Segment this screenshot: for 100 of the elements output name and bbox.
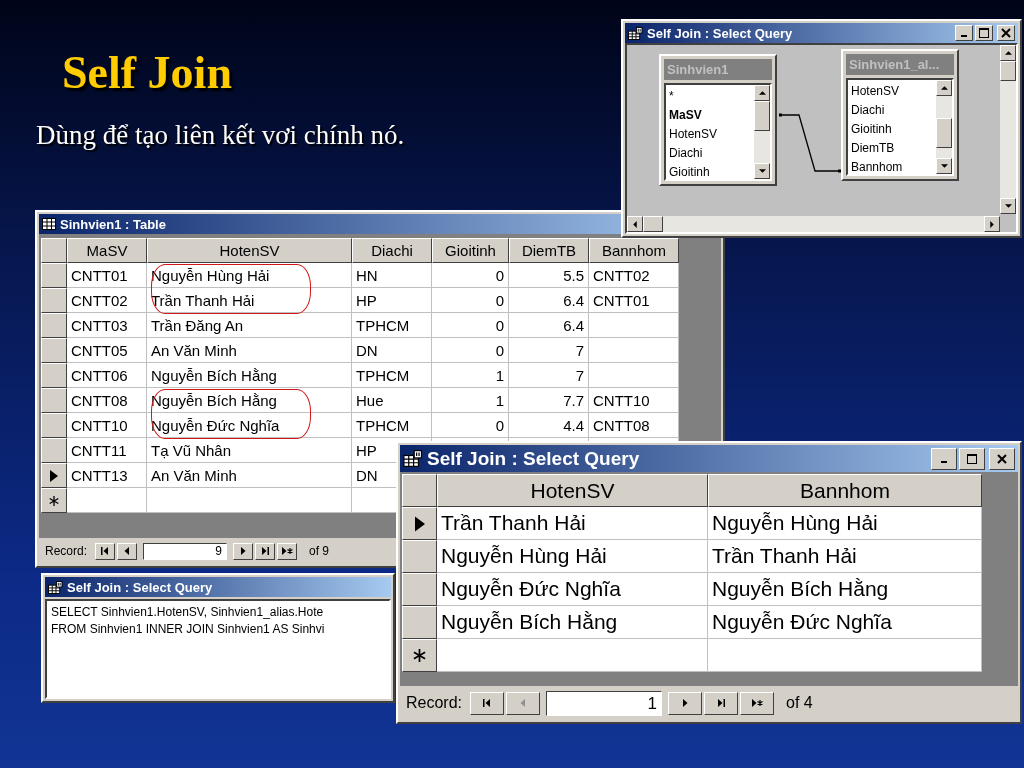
maximize-icon	[967, 453, 977, 464]
query-grid-icon	[403, 450, 423, 467]
row-selector[interactable]	[41, 438, 67, 463]
field-name[interactable]: Diachi	[851, 101, 933, 120]
record-number-field[interactable]: 9	[143, 542, 228, 560]
scrollbar-thumb[interactable]	[936, 118, 952, 148]
field-name[interactable]: *	[669, 87, 751, 106]
scrollbar-thumb[interactable]	[754, 101, 770, 131]
table-cell: Nguyễn Đức Nghĩa	[437, 573, 708, 606]
left-arrow-icon	[633, 220, 637, 228]
table-cell: 7	[509, 338, 589, 363]
scrollbar[interactable]	[754, 85, 770, 179]
row-selector[interactable]	[41, 288, 67, 313]
column-header[interactable]: Diachi	[352, 238, 432, 263]
record-nav-button[interactable]	[668, 691, 703, 715]
table-cell: 6.4	[509, 313, 589, 338]
record-nav-button[interactable]	[117, 542, 138, 560]
record-nav-button[interactable]	[740, 691, 775, 715]
row-selector[interactable]	[402, 507, 437, 540]
slide-subtitle: Dùng để tạo liên kết vơi chính nó.	[36, 120, 405, 151]
maximize-button[interactable]	[959, 447, 985, 470]
close-button[interactable]	[989, 447, 1015, 470]
field-name[interactable]: Gioitinh	[851, 120, 933, 139]
minimize-icon	[941, 460, 947, 463]
row-selector[interactable]	[402, 606, 437, 639]
field-name[interactable]: MaSV	[669, 106, 751, 125]
field-name[interactable]: HotenSV	[669, 125, 751, 144]
table-cell: CNTT11	[67, 438, 147, 463]
slide-title: Self Join	[62, 46, 232, 99]
table-cell: 1	[432, 388, 509, 413]
row-selector[interactable]	[402, 639, 437, 672]
table-cell: 0	[432, 288, 509, 313]
row-selector[interactable]	[41, 388, 67, 413]
table-icon	[42, 218, 56, 230]
column-header[interactable]: Gioitinh	[432, 238, 509, 263]
row-selector[interactable]	[41, 413, 67, 438]
record-nav-button[interactable]	[277, 542, 298, 560]
minimize-button[interactable]	[955, 25, 973, 41]
table-cell: 7	[509, 363, 589, 388]
column-header[interactable]: MaSV	[67, 238, 147, 263]
scrollbar[interactable]	[627, 216, 1000, 232]
row-selector[interactable]	[402, 540, 437, 573]
table-cell: Trần Thanh Hải	[708, 540, 982, 573]
row-selector[interactable]	[402, 573, 437, 606]
column-header[interactable]: DiemTB	[509, 238, 589, 263]
row-selector[interactable]	[41, 488, 67, 513]
field-name[interactable]: Gioitinh	[669, 163, 751, 179]
up-arrow-icon	[758, 91, 766, 95]
table-cell: TPHCM	[352, 313, 432, 338]
close-button[interactable]	[997, 25, 1015, 41]
close-icon	[1001, 28, 1011, 38]
record-nav-button[interactable]	[95, 542, 116, 560]
table-cell: CNTT06	[67, 363, 147, 388]
row-selector[interactable]	[41, 263, 67, 288]
field-name[interactable]: Bannhom	[851, 158, 933, 174]
query-grid-icon	[48, 580, 63, 594]
table-cell: CNTT03	[67, 313, 147, 338]
minimize-button[interactable]	[931, 447, 957, 470]
sql-text-area[interactable]: SELECT Sinhvien1.HotenSV, Sinhvien1_alias.Hote FROM Sinhvien1 INNER JOIN Sinhvien1 AS Sinhvi	[45, 599, 391, 699]
new-record-icon	[751, 699, 764, 707]
record-number-field[interactable]: 1	[546, 690, 663, 716]
window-title: Self Join : Select Query	[647, 25, 793, 41]
record-nav-button[interactable]	[470, 691, 505, 715]
row-selector[interactable]	[41, 363, 67, 388]
sql-line: SELECT Sinhvien1.HotenSV, Sinhvien1_alias.Hote	[51, 604, 325, 621]
scrollbar[interactable]	[1000, 45, 1016, 214]
query-grid-icon	[628, 26, 643, 40]
field-name[interactable]: HotenSV	[851, 82, 933, 101]
column-header[interactable]: HotenSV	[147, 238, 352, 263]
select-all-corner[interactable]	[41, 238, 67, 263]
row-selector[interactable]	[41, 463, 67, 488]
down-arrow-icon	[758, 169, 766, 173]
table-cell: Nguyễn Bích Hằng	[708, 573, 982, 606]
maximize-button[interactable]	[975, 25, 993, 41]
field-name[interactable]: Diachi	[669, 144, 751, 163]
row-selector[interactable]	[41, 313, 67, 338]
table-cell: 4.4	[509, 413, 589, 438]
table-cell: CNTT02	[589, 263, 679, 288]
table-cell: 5.5	[509, 263, 589, 288]
column-header[interactable]: Bannhom	[708, 474, 982, 507]
scrollbar-thumb[interactable]	[1000, 61, 1016, 81]
field-name[interactable]: DiemTB	[851, 139, 933, 158]
down-arrow-icon	[940, 164, 948, 168]
row-selector[interactable]	[41, 338, 67, 363]
record-nav-button[interactable]	[704, 691, 739, 715]
current-row-arrow-icon	[414, 515, 425, 532]
record-nav-button[interactable]	[233, 542, 254, 560]
table-cell: Trần Thanh Hải	[147, 288, 352, 313]
record-nav-button[interactable]	[255, 542, 276, 560]
new-row-asterisk-icon	[413, 649, 426, 662]
scrollbar[interactable]	[936, 80, 952, 174]
scrollbar-thumb[interactable]	[643, 216, 663, 232]
table-cell: Tạ Vũ Nhân	[147, 438, 352, 463]
column-header[interactable]: HotenSV	[437, 474, 708, 507]
table-cell: Nguyễn Đức Nghĩa	[708, 606, 982, 639]
table-cell: Nguyễn Hùng Hải	[147, 263, 352, 288]
column-header[interactable]: Bannhom	[589, 238, 679, 263]
up-arrow-icon	[940, 86, 948, 90]
select-all-corner[interactable]	[402, 474, 437, 507]
field-list-title: Sinhvien1_al...	[846, 54, 954, 75]
